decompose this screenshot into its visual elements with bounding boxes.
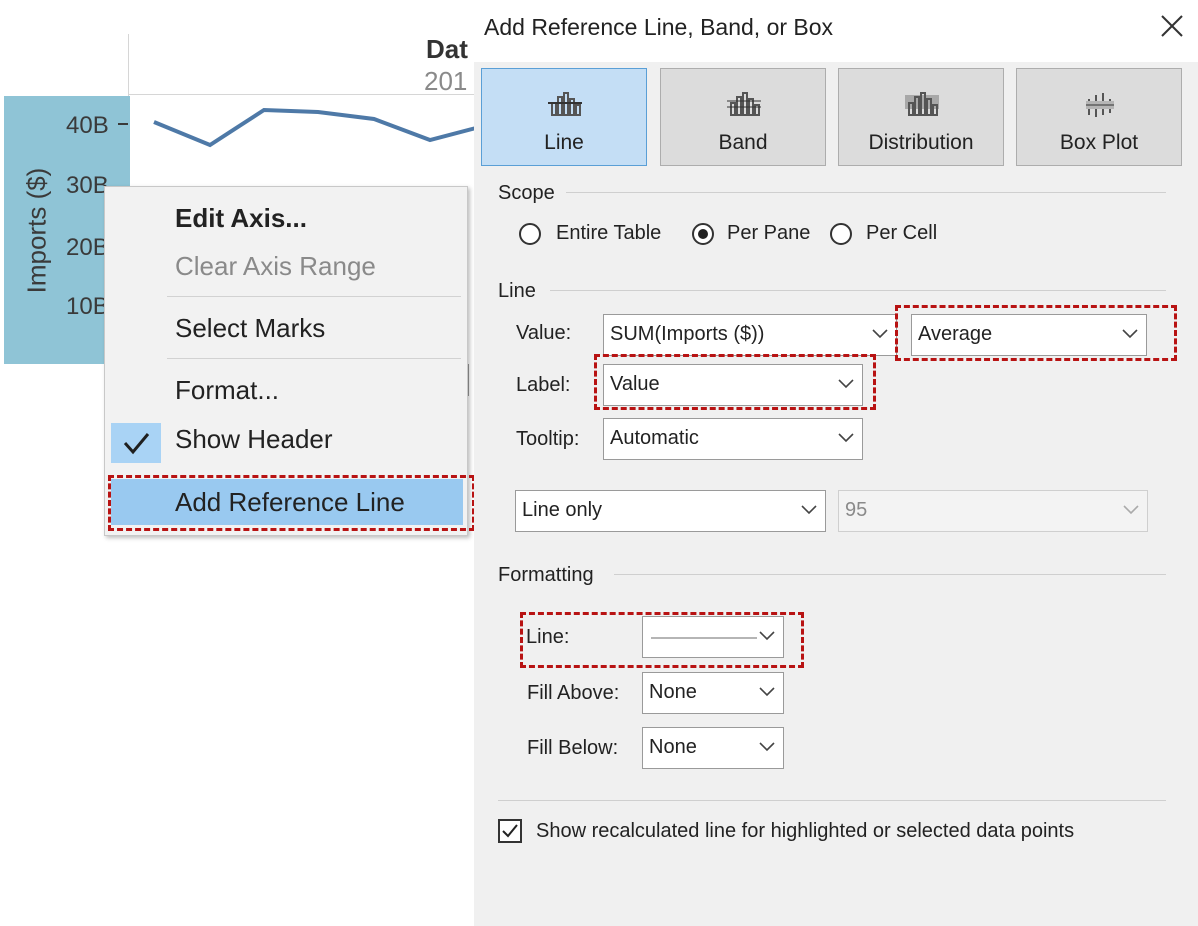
chevron-down-icon — [759, 742, 775, 752]
y-tick-label: 20B — [66, 234, 109, 261]
y-tick-label: 10B — [66, 293, 109, 320]
close-icon[interactable] — [1158, 12, 1186, 40]
y-axis-title: Imports ($) — [21, 167, 52, 294]
section-divider — [498, 800, 1166, 801]
fill-below-text: None — [649, 736, 697, 758]
radio-per-cell[interactable] — [830, 223, 852, 245]
fill-above-label: Fill Above: — [527, 682, 620, 704]
imports-line-series[interactable] — [118, 100, 480, 160]
chevron-down-icon — [872, 329, 888, 339]
menu-item-select-marks[interactable]: Select Marks — [105, 305, 467, 351]
value-field-dropdown[interactable]: SUM(Imports ($)) — [603, 314, 897, 356]
section-title-formatting: Formatting — [498, 564, 594, 586]
annotation-highlight — [520, 612, 804, 668]
radio-label-entire-table: Entire Table — [556, 222, 662, 244]
section-title-scope: Scope — [498, 182, 555, 204]
column-divider — [128, 34, 129, 96]
radio-per-pane[interactable] — [692, 223, 714, 245]
type-label: Box Plot — [1059, 131, 1139, 154]
radio-label-per-pane: Per Pane — [727, 222, 811, 244]
type-label: Band — [718, 131, 768, 154]
chevron-down-icon — [838, 433, 854, 443]
confidence-mode-text: Line only — [522, 499, 603, 521]
label-label: Label: — [516, 374, 571, 396]
line-chart-icon — [548, 92, 582, 116]
menu-separator — [167, 296, 461, 297]
dialog-title: Add Reference Line, Band, or Box — [484, 14, 834, 40]
confidence-level-text: 95 — [845, 499, 868, 521]
section-divider — [550, 290, 1166, 291]
type-label: Distribution — [868, 131, 974, 154]
tooltip-dropdown-text: Automatic — [610, 427, 699, 449]
fill-below-dropdown[interactable]: None — [642, 727, 784, 769]
fill-below-label: Fill Below: — [527, 737, 619, 759]
reference-line-dialog: Add Reference Line, Band, or Box Line Ba — [474, 0, 1198, 926]
recalc-checkbox-label: Show recalculated line for highlighted o… — [536, 820, 1075, 842]
value-label: Value: — [516, 322, 572, 344]
menu-item-label: Clear Axis Range — [175, 251, 376, 281]
section-divider — [566, 192, 1166, 193]
y-tick-label: 40B — [66, 112, 109, 139]
distribution-icon — [905, 92, 939, 116]
column-header-title[interactable]: Dat — [426, 34, 468, 65]
menu-item-edit-axis[interactable]: Edit Axis... — [105, 195, 467, 241]
chevron-down-icon — [759, 687, 775, 697]
menu-item-label: Format... — [175, 375, 280, 405]
menu-separator — [167, 358, 461, 359]
type-label: Line — [544, 131, 584, 154]
fill-above-text: None — [649, 681, 697, 703]
tooltip-dropdown[interactable]: Automatic — [603, 418, 863, 460]
type-button-band[interactable]: Band — [660, 68, 826, 166]
chevron-down-icon — [801, 505, 817, 515]
section-divider — [614, 574, 1166, 575]
annotation-highlight — [108, 475, 475, 531]
menu-item-clear-axis-range: Clear Axis Range — [105, 243, 467, 289]
menu-item-label: Select Marks — [175, 313, 326, 343]
type-button-line[interactable]: Line — [481, 68, 647, 166]
type-button-box-plot[interactable]: Box Plot — [1016, 68, 1182, 166]
column-header-year[interactable]: 201 — [424, 66, 467, 97]
band-icon — [727, 92, 761, 116]
menu-item-show-header[interactable]: Show Header — [105, 416, 467, 462]
value-field-text: SUM(Imports ($)) — [610, 323, 765, 345]
y-tick-label: 30B — [66, 172, 109, 199]
radio-entire-table[interactable] — [519, 223, 541, 245]
confidence-mode-dropdown[interactable]: Line only — [515, 490, 826, 532]
axis-fragment — [468, 364, 469, 396]
worksheet-view: Dat 201 Imports ($) 40B 30B 20B 10B Edit… — [0, 0, 480, 926]
annotation-highlight — [895, 305, 1177, 361]
menu-item-label: Show Header — [175, 424, 333, 454]
tooltip-label: Tooltip: — [516, 428, 580, 450]
fill-above-dropdown[interactable]: None — [642, 672, 784, 714]
menu-item-label: Edit Axis... — [175, 203, 307, 233]
checkmark-icon — [502, 824, 518, 838]
menu-item-format[interactable]: Format... — [105, 367, 467, 413]
section-title-line: Line — [498, 280, 536, 302]
confidence-level-dropdown: 95 — [838, 490, 1148, 532]
type-button-distribution[interactable]: Distribution — [838, 68, 1004, 166]
radio-label-per-cell: Per Cell — [866, 222, 938, 244]
box-plot-icon — [1086, 93, 1114, 117]
recalc-checkbox[interactable] — [498, 819, 522, 843]
annotation-highlight — [594, 354, 876, 410]
chevron-down-icon — [1123, 505, 1139, 515]
